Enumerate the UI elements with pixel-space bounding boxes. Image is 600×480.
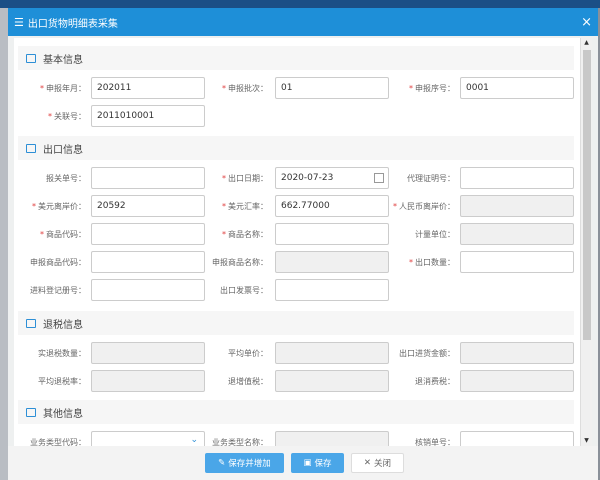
biz-type-code-label: 业务类型代码：: [30, 438, 86, 446]
dialog-body: 基本信息 *申报年月： *申报批次： *申报序号： *关联号： 出口信息 报关单…: [8, 36, 598, 446]
usd-fob-label: * 美元离岸价：: [32, 202, 86, 211]
avg-price-label: 平均单价：: [228, 349, 268, 358]
background-app: [0, 8, 8, 480]
purchase-amount-input: [460, 342, 574, 364]
invoice-no-input[interactable]: [275, 279, 389, 301]
export-qty-input[interactable]: [460, 251, 574, 273]
export-goods-dialog: ☰ 出口货物明细表采集 × 基本信息 *申报年月： *申报批次： *申报序号： …: [8, 8, 598, 480]
section-title: 退税信息: [43, 319, 83, 331]
purchase-amount-label: 出口进货金额：: [399, 349, 455, 358]
section-title: 基本信息: [43, 54, 83, 66]
section-title: 出口信息: [43, 144, 83, 156]
customs-no-label: 报关单号：: [46, 174, 86, 183]
agency-cert-label: 代理证明号：: [407, 174, 455, 183]
declare-batch-label: * 申报批次：: [222, 84, 268, 93]
export-date-label: * 出口日期：: [222, 174, 268, 183]
close-icon[interactable]: ×: [581, 15, 592, 30]
close-button[interactable]: ✕ 关闭: [351, 453, 404, 473]
declare-month-label: * 申报年月：: [40, 84, 86, 93]
biz-type-name-label: 业务类型名称：: [212, 438, 268, 446]
save-icon: ▣: [303, 458, 312, 468]
link-no-label: * 关联号：: [48, 112, 86, 121]
form-row: 实退税数量： 平均单价： 出口进货金额：: [14, 342, 580, 364]
form-content: 基本信息 *申报年月： *申报批次： *申报序号： *关联号： 出口信息 报关单…: [14, 38, 580, 446]
dialog-titlebar: ☰ 出口货物明细表采集 ×: [8, 8, 598, 36]
menu-icon: ☰: [14, 15, 24, 29]
decl-goods-code-label: 申报商品代码：: [30, 258, 86, 267]
vertical-scrollbar[interactable]: ▲ ▼: [580, 38, 592, 446]
form-row: * 商品代码： * 商品名称： 计量单位：: [14, 223, 580, 245]
goods-name-label: * 商品名称：: [222, 230, 268, 239]
section-title: 其他信息: [43, 408, 83, 420]
dialog-title: 出口货物明细表采集: [27, 18, 118, 30]
avg-rate-label: 平均退税率：: [38, 377, 86, 386]
declare-seq-input[interactable]: [460, 77, 574, 99]
form-row: 申报商品代码： 申报商品名称： * 出口数量：: [14, 251, 580, 273]
background-app-header: [0, 0, 600, 8]
scrollbar-thumb[interactable]: [583, 50, 591, 340]
scroll-down-icon[interactable]: ▼: [581, 436, 592, 446]
verification-no-label: 核销单号：: [415, 438, 455, 446]
dialog-footer: ✎ 保存并增加 ▣ 保存 ✕ 关闭: [8, 446, 598, 480]
usd-rate-label: * 美元汇率：: [222, 202, 268, 211]
close-icon: ✕: [363, 458, 372, 468]
section-basic-info: 基本信息: [18, 46, 574, 70]
goods-code-label: * 商品代码：: [40, 230, 86, 239]
declare-seq-label: * 申报序号：: [409, 84, 455, 93]
form-row: 报关单号： * 出口日期： 2020-07-23 代理证明号：: [14, 167, 580, 189]
save-and-add-button[interactable]: ✎ 保存并增加: [205, 453, 284, 473]
form-row: * 关联号：: [14, 105, 580, 127]
link-no-input[interactable]: [91, 105, 205, 127]
edit-icon: [26, 318, 36, 328]
consumption-refund-input: [460, 370, 574, 392]
section-other-info: 其他信息: [18, 400, 574, 424]
material-reg-label: 进料登记册号：: [30, 286, 86, 295]
consumption-refund-label: 退消费税：: [415, 377, 455, 386]
edit-icon: [26, 143, 36, 153]
scroll-up-icon[interactable]: ▲: [581, 38, 592, 48]
form-row: *美元离岸价： *美元汇率： *人民币离岸价：: [14, 195, 580, 217]
section-refund-info: 退税信息: [18, 311, 574, 335]
rmb-fob-label: * 人民币离岸价：: [393, 202, 455, 211]
export-qty-label: * 出口数量：: [409, 258, 455, 267]
rmb-fob-input: [460, 195, 574, 217]
unit-input: [460, 223, 574, 245]
unit-label: 计量单位：: [415, 230, 455, 239]
edit-icon: [26, 407, 36, 417]
form-row: 业务类型代码： ⌄ 业务类型名称： 核销单号：: [14, 431, 580, 446]
form-row: 平均退税率： 退增值税： 退消费税：: [14, 370, 580, 392]
form-row: 进料登记册号： 出口发票号：: [14, 279, 580, 301]
save-button[interactable]: ▣ 保存: [291, 453, 344, 473]
agency-cert-input[interactable]: [460, 167, 574, 189]
decl-goods-name-label: 申报商品名称：: [212, 258, 268, 267]
invoice-no-label: 出口发票号：: [220, 286, 268, 295]
edit-icon: ✎: [218, 458, 226, 468]
refund-qty-label: 实退税数量：: [38, 349, 86, 358]
form-row: *申报年月： *申报批次： *申报序号：: [14, 77, 580, 99]
edit-icon: [26, 53, 36, 63]
section-export-info: 出口信息: [18, 136, 574, 160]
verification-no-input[interactable]: [460, 431, 574, 446]
vat-refund-label: 退增值税：: [228, 377, 268, 386]
